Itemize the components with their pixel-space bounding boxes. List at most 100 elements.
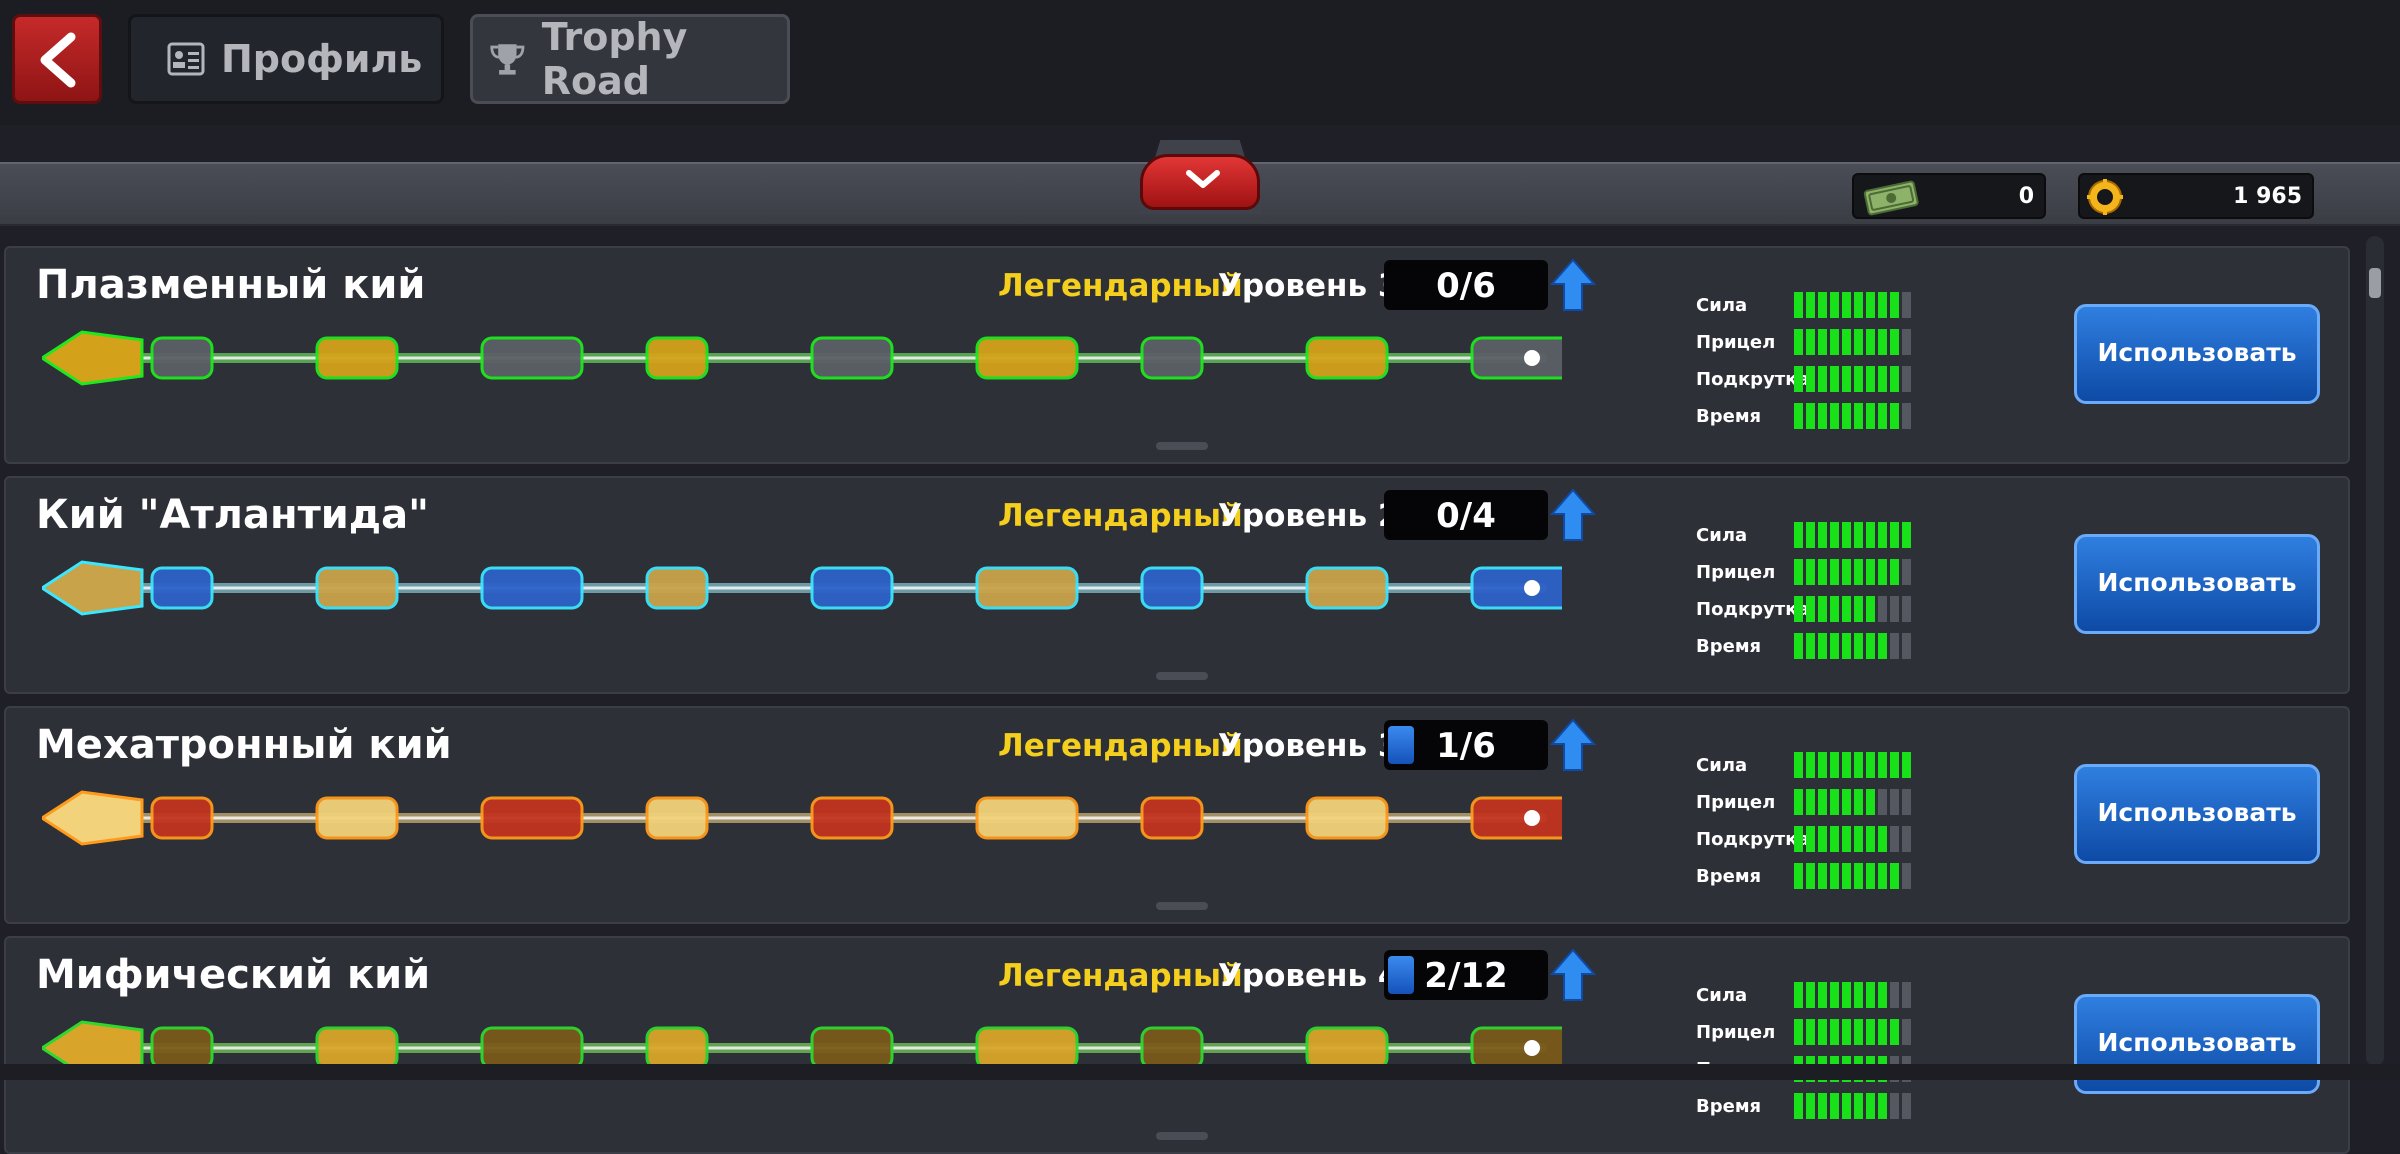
stat-segment (1854, 1093, 1863, 1119)
stat-segment (1878, 403, 1887, 429)
cue-row[interactable]: Плазменный кий Легендарный Уровень 3 0/6 Сил… (4, 246, 2350, 464)
stat-segment (1902, 366, 1911, 392)
stat-segment (1878, 292, 1887, 318)
cue-artwork (42, 560, 1562, 616)
stat-segment (1866, 1093, 1875, 1119)
stat-segment (1890, 559, 1899, 585)
tab-profile[interactable]: Профиль (128, 14, 444, 104)
stat-segment (1842, 596, 1851, 622)
stat-segment (1854, 752, 1863, 778)
stat-segment (1794, 982, 1803, 1008)
stat-row: Прицел (1696, 1019, 1956, 1047)
stat-row: Сила (1696, 982, 1956, 1010)
stat-segment (1794, 596, 1803, 622)
stat-segment (1878, 826, 1887, 852)
stat-segment (1878, 863, 1887, 889)
collapse-button[interactable] (1140, 154, 1260, 210)
stat-bar (1794, 752, 1911, 778)
stat-segment (1902, 292, 1911, 318)
upgrade-arrow-icon[interactable] (1550, 718, 1596, 772)
stat-segment (1794, 1019, 1803, 1045)
tab-trophy-road[interactable]: Trophy Road (470, 14, 790, 104)
stat-segment (1854, 633, 1863, 659)
upgrade-progress: 1/6 (1384, 720, 1548, 770)
stat-segment (1842, 522, 1851, 548)
chevron-down-icon (1186, 170, 1220, 188)
stat-label: Время (1696, 866, 1762, 887)
expand-handle[interactable] (1156, 672, 1208, 680)
stat-segment (1794, 633, 1803, 659)
level-label: Уровень 3 (1218, 728, 1400, 764)
cue-artwork (42, 330, 1562, 386)
stat-segment (1842, 633, 1851, 659)
stat-segment (1830, 1019, 1839, 1045)
stat-segment (1854, 789, 1863, 815)
stat-segment (1842, 863, 1851, 889)
expand-handle[interactable] (1156, 902, 1208, 910)
coins-balance[interactable]: 1 965 (2078, 173, 2314, 219)
stat-segment (1854, 292, 1863, 318)
stat-segment (1806, 982, 1815, 1008)
stat-segment (1830, 826, 1839, 852)
stat-segment (1866, 403, 1875, 429)
stat-segment (1842, 789, 1851, 815)
upgrade-arrow-icon[interactable] (1550, 258, 1596, 312)
stat-segment (1842, 1019, 1851, 1045)
stat-segment (1878, 329, 1887, 355)
stat-segment (1890, 596, 1899, 622)
stat-bar (1794, 329, 1911, 355)
cue-row[interactable]: Мифический кий Легендарный Уровень 4 2/12 Си… (4, 936, 2350, 1154)
tab-profile-label: Профиль (221, 37, 423, 81)
stat-segment (1854, 826, 1863, 852)
stat-segment (1818, 826, 1827, 852)
cue-name: Мифический кий (36, 952, 431, 998)
stat-segment (1842, 366, 1851, 392)
stat-segment (1890, 633, 1899, 659)
scrollbar-thumb[interactable] (2369, 268, 2381, 298)
stat-segment (1794, 522, 1803, 548)
stat-segment (1842, 826, 1851, 852)
stat-segment (1866, 596, 1875, 622)
upgrade-arrow-icon[interactable] (1550, 948, 1596, 1002)
bottom-edge (0, 1064, 2400, 1080)
stat-segment (1818, 1093, 1827, 1119)
stat-row: Сила (1696, 292, 1956, 320)
cue-row[interactable]: Мехатронный кий Легендарный Уровень 3 1/6 Си… (4, 706, 2350, 924)
stat-bar (1794, 403, 1911, 429)
use-button[interactable]: Использовать (2074, 534, 2320, 634)
stat-segment (1830, 403, 1839, 429)
stat-segment (1842, 752, 1851, 778)
use-button[interactable]: Использовать (2074, 304, 2320, 404)
stat-segment (1830, 292, 1839, 318)
use-button[interactable]: Использовать (2074, 764, 2320, 864)
upgrade-arrow-icon[interactable] (1550, 488, 1596, 542)
cash-balance[interactable]: 0 (1852, 173, 2046, 219)
stat-segment (1854, 403, 1863, 429)
stat-segment (1878, 1019, 1887, 1045)
stat-segment (1854, 982, 1863, 1008)
coin-icon (2087, 179, 2123, 215)
stat-segment (1854, 329, 1863, 355)
stat-segment (1818, 633, 1827, 659)
cash-value: 0 (2018, 184, 2034, 209)
stat-segment (1830, 366, 1839, 392)
stat-segment (1878, 982, 1887, 1008)
stat-segment (1854, 596, 1863, 622)
stat-segment (1806, 633, 1815, 659)
stat-segment (1902, 789, 1911, 815)
stat-segment (1818, 982, 1827, 1008)
tab-trophy-road-label: Trophy Road (541, 15, 688, 103)
stat-row: Подкрутка (1696, 596, 1956, 624)
stat-segment (1902, 1093, 1911, 1119)
scrollbar[interactable] (2366, 236, 2384, 1066)
stat-segment (1806, 522, 1815, 548)
rarity-label: Легендарный (998, 728, 1243, 764)
stat-label: Сила (1696, 525, 1748, 546)
upgrade-progress-text: 0/4 (1436, 496, 1496, 536)
cue-row[interactable]: Кий "Атлантида" Легендарный Уровень 2 0/4 Си… (4, 476, 2350, 694)
stat-bar (1794, 522, 1911, 548)
expand-handle[interactable] (1156, 1132, 1208, 1140)
back-button[interactable] (12, 14, 102, 104)
expand-handle[interactable] (1156, 442, 1208, 450)
stat-segment (1866, 366, 1875, 392)
